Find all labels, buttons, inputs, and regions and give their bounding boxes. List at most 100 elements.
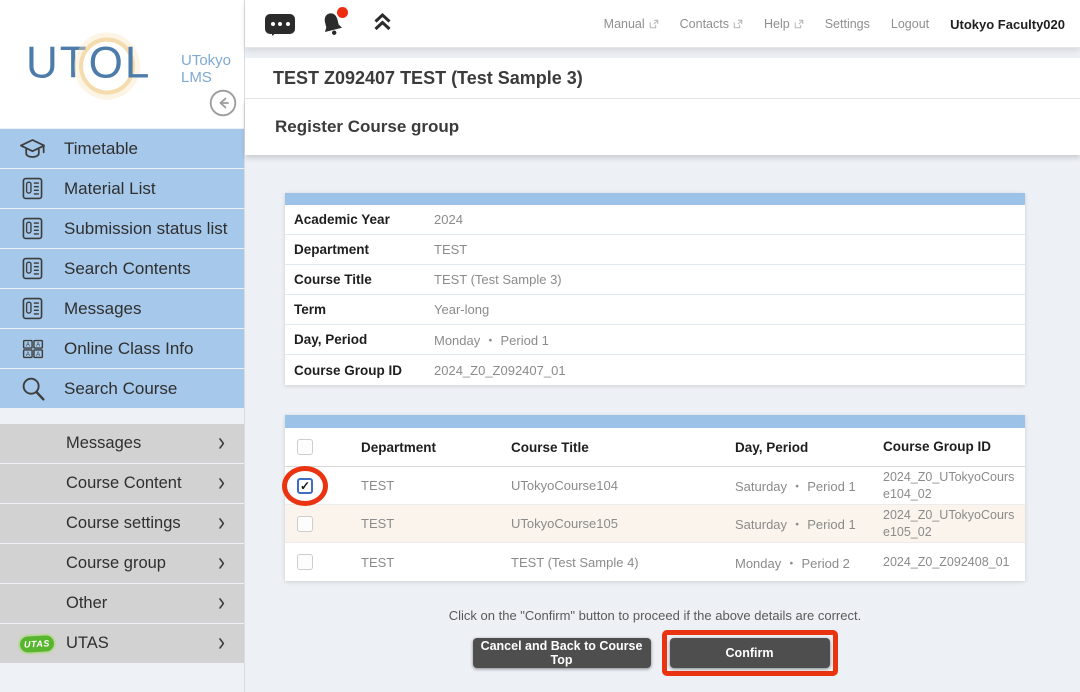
action-buttons: Cancel and Back to Course Top Confirm [285,630,1025,676]
sidebar-item-label: Material List [64,179,156,199]
sidebar-item-label: Online Class Info [64,339,193,359]
settings-link[interactable]: Settings [825,17,870,31]
sidebar-item-label: UTAS [66,634,109,653]
chat-bubble-icon[interactable] [265,14,295,34]
utas-logo-icon: UTAS [20,635,55,653]
sidebar-item-search-course[interactable]: Search Course [0,369,244,408]
chevron-right-icon: › [218,508,225,538]
sidebar-item-submission-status-list[interactable]: Submission status list [0,209,244,248]
detail-label: Day, Period [285,332,434,347]
red-box-annotation: Confirm [662,630,838,676]
document-list-icon [16,292,49,325]
topbar-icons [265,0,396,48]
cell-day-period: Monday ・ Period 2 [735,553,883,572]
sidebar-item-label: Course group [66,554,166,573]
cell-department: TEST [325,555,511,570]
sidebar-item-label: Messages [66,434,141,453]
topbar: Manual Contacts Help Settings Logout Uto… [245,0,1080,48]
confirm-button[interactable]: Confirm [670,638,830,668]
cell-department: TEST [325,516,511,531]
row-checkbox[interactable] [297,516,313,532]
detail-row-day-period: Day, Period Monday ・ Period 1 [285,325,1025,355]
contacts-link[interactable]: Contacts [680,17,743,31]
detail-value: TEST (Test Sample 3) [434,272,562,287]
manual-link[interactable]: Manual [604,17,659,31]
detail-value: 2024_Z0_Z092407_01 [434,363,566,378]
sidebar-item-label: Search Course [64,379,177,399]
row-checkbox[interactable] [297,554,313,570]
document-list-icon [16,172,49,205]
graduation-cap-icon [16,132,49,165]
sidebar-item-course-content[interactable]: Course Content › [0,464,244,503]
column-header-course-title: Course Title [511,440,735,455]
sidebar-item-label: Other [66,594,107,613]
cell-day-period: Saturday ・ Period 1 [735,514,883,533]
sidebar-item-material-list[interactable]: Material List [0,169,244,208]
chevron-right-icon: › [218,468,225,498]
logo-letter: L [125,38,151,89]
column-header-day-period: Day, Period [735,440,883,455]
detail-row-department: Department TEST [285,235,1025,265]
table-row: ✓ TEST UTokyoCourse104 Saturday ・ Period… [285,467,1025,505]
sidebar-primary-nav: Timetable Material List Submission statu… [0,129,244,409]
sidebar-item-timetable[interactable]: Timetable [0,129,244,168]
grid-letters-icon: AAAA [16,332,49,365]
course-header-bar: TEST Z092407 TEST (Test Sample 3) [245,58,1080,99]
sidebar-item-messages-group[interactable]: Messages › [0,424,244,463]
table-row: TEST TEST (Test Sample 4) Monday ・ Perio… [285,543,1025,581]
logo-letter: T [60,38,89,89]
collapse-topbar-icon[interactable] [369,10,396,39]
row-checkbox-checked[interactable]: ✓ [297,478,313,494]
logo-letter: U [26,38,60,89]
external-link-icon [794,19,804,29]
sidebar-item-online-class-info[interactable]: AAAA Online Class Info [0,329,244,368]
sidebar-item-other[interactable]: Other › [0,584,244,623]
cell-course-title: TEST (Test Sample 4) [511,555,735,570]
cancel-button[interactable]: Cancel and Back to Course Top [473,638,651,668]
logo-subtitle: UTokyo LMS [181,52,231,87]
chevron-right-icon: › [218,548,225,578]
table-row: TEST UTokyoCourse105 Saturday ・ Period 1… [285,505,1025,543]
external-link-icon [649,19,659,29]
page-title: Register Course group [275,117,459,137]
logo-subtitle-line1: UTokyo [181,52,231,69]
select-all-checkbox[interactable] [297,439,313,455]
table-header-bar [285,193,1025,205]
section-header-bar: Register Course group [245,99,1080,155]
search-icon [16,372,49,405]
cell-course-title: UTokyoCourse104 [511,478,735,493]
sidebar-item-utas[interactable]: UTAS UTAS › [0,624,244,663]
arrow-left-circle-icon [209,89,237,117]
detail-label: Academic Year [285,212,434,227]
cell-course-title: UTokyoCourse105 [511,516,735,531]
cell-course-group-id: 2024_Z0_UTokyoCourse105_02 [883,507,1025,540]
detail-value: TEST [434,242,467,257]
sidebar-item-course-settings[interactable]: Course settings › [0,504,244,543]
utol-logo: U T O L [26,38,151,88]
detail-row-academic-year: Academic Year 2024 [285,205,1025,235]
sidebar-item-label: Course settings [66,514,181,533]
sidebar-item-course-group[interactable]: Course group › [0,544,244,583]
check-icon: ✓ [300,479,310,493]
sidebar-collapse-button[interactable] [209,89,237,117]
cell-department: TEST [325,478,511,493]
sidebar-item-search-contents[interactable]: Search Contents [0,249,244,288]
sidebar-item-label: Messages [64,299,141,319]
detail-label: Course Group ID [285,363,434,378]
detail-label: Course Title [285,272,434,287]
sidebar-item-messages[interactable]: Messages [0,289,244,328]
topbar-links: Manual Contacts Help Settings Logout Uto… [604,0,1065,48]
help-link-label: Help [764,17,790,31]
cell-course-group-id: 2024_Z0_UTokyoCourse104_02 [883,469,1025,502]
logout-link[interactable]: Logout [891,17,929,31]
detail-value: Year-long [434,302,489,317]
chevron-right-icon: › [218,588,225,618]
sidebar-secondary-nav: Messages › Course Content › Course setti… [0,424,244,664]
notification-bell-icon[interactable] [317,8,347,40]
external-link-icon [733,19,743,29]
table-header-bar [285,415,1025,428]
logo-letter-glow: O [89,38,125,89]
help-link[interactable]: Help [764,17,804,31]
sidebar-item-label: Course Content [66,474,182,493]
detail-row-course-group-id: Course Group ID 2024_Z0_Z092407_01 [285,355,1025,385]
